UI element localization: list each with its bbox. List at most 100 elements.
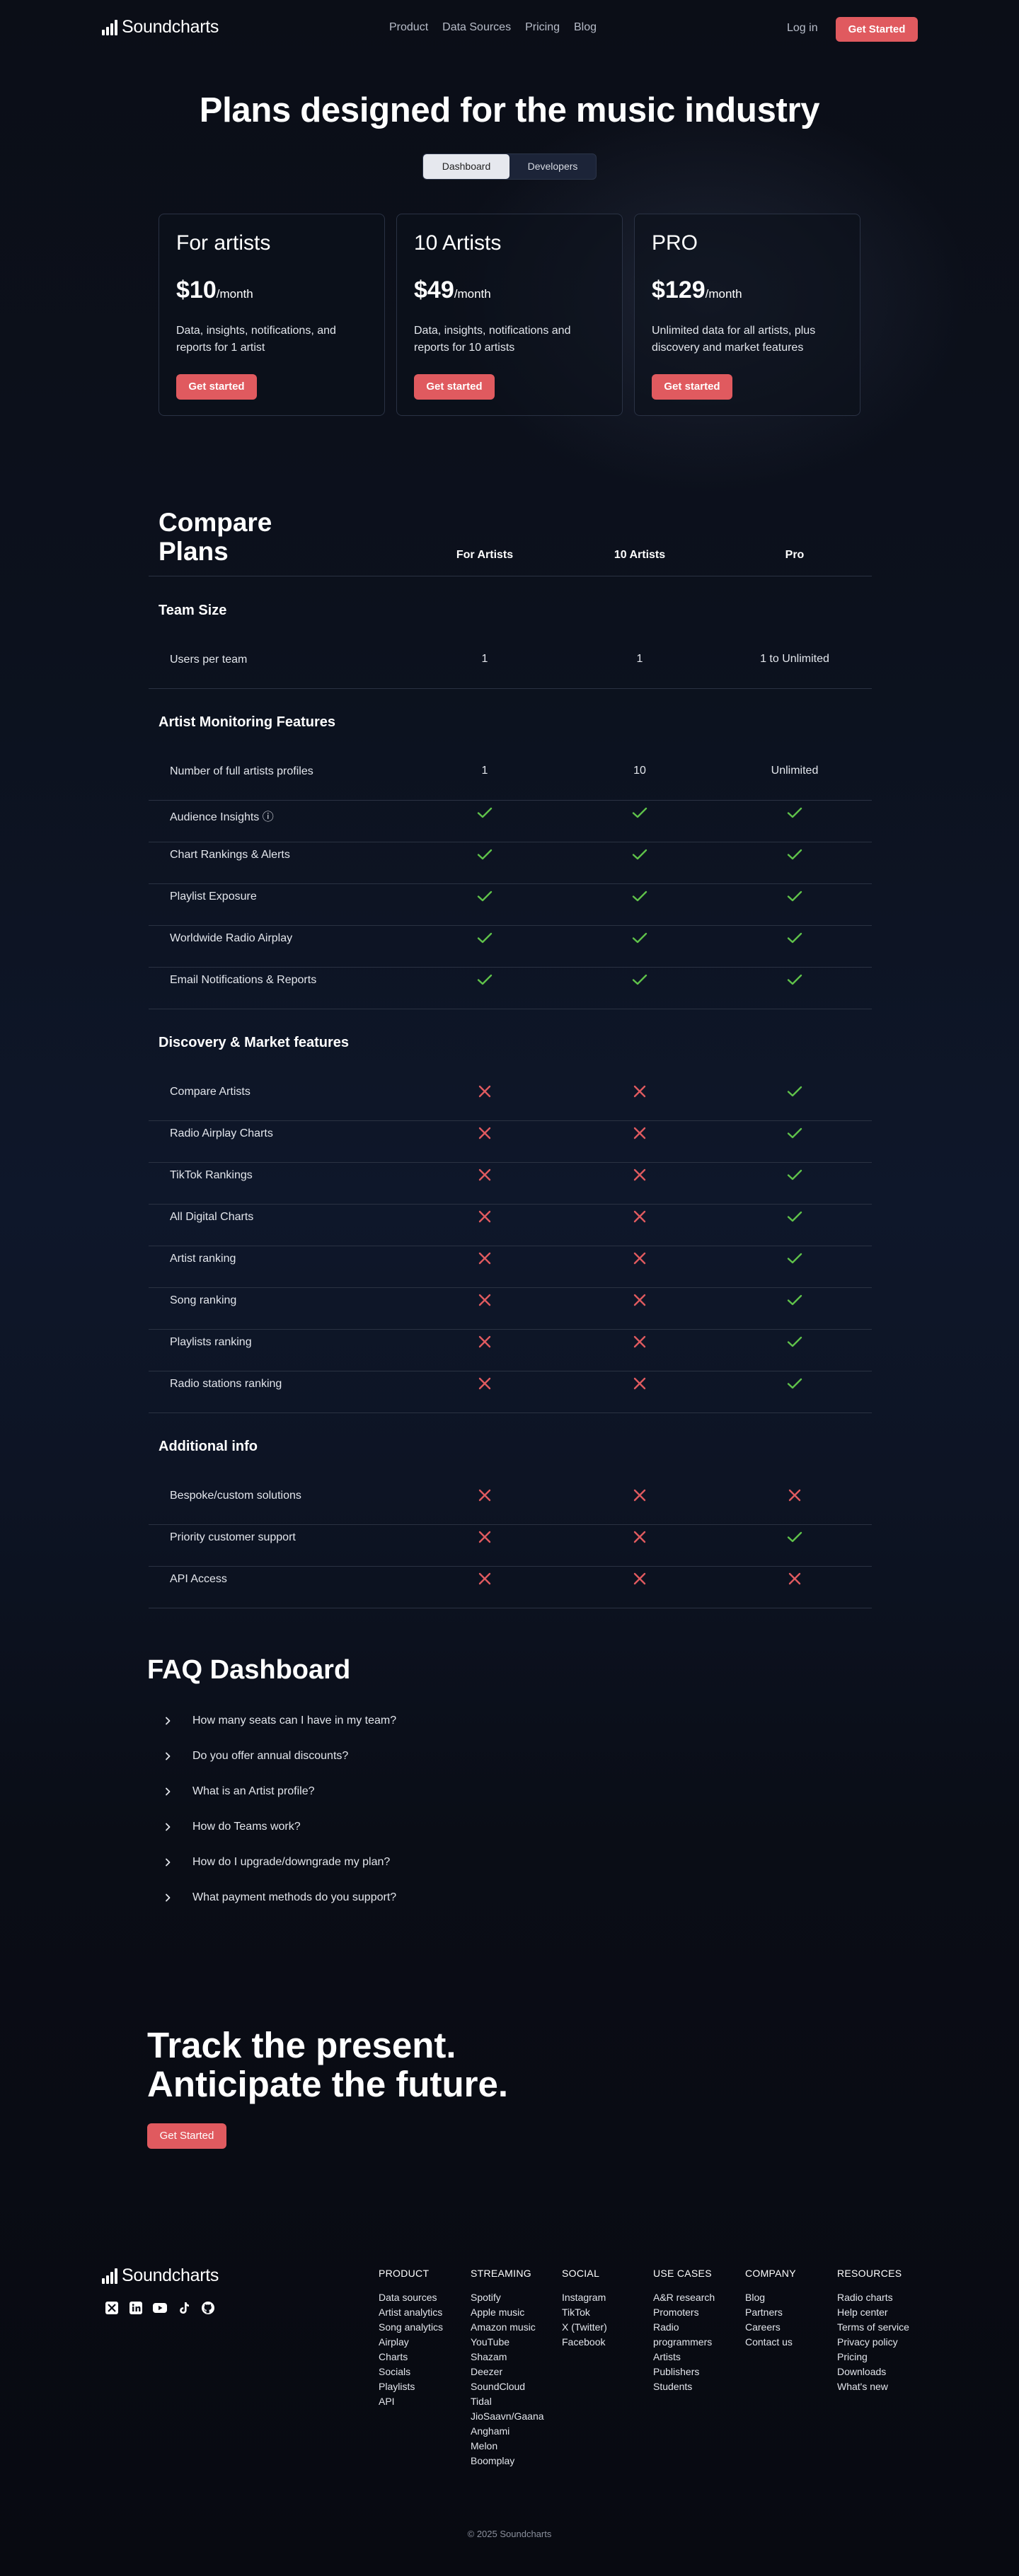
logo[interactable]: Soundcharts (102, 17, 219, 37)
toggle-developers[interactable]: Developers (510, 154, 596, 179)
chevron-right-icon (164, 1717, 192, 1725)
footer-link[interactable]: SoundCloud (471, 2379, 544, 2394)
footer-link[interactable]: Tidal (471, 2394, 544, 2409)
footer-link[interactable]: Students (653, 2379, 724, 2394)
cta-line-1: Track the present. (147, 2025, 456, 2065)
row-label: Radio stations ranking (170, 1378, 282, 1390)
section-title: Team Size (159, 603, 227, 618)
footer-link[interactable]: Spotify (471, 2290, 544, 2305)
plan-get-started-button[interactable]: Get started (414, 374, 495, 400)
footer-link[interactable]: Partners (745, 2305, 796, 2320)
footer-link[interactable]: Downloads (837, 2365, 909, 2379)
row-divider (149, 1412, 872, 1413)
footer-link[interactable]: Artist analytics (379, 2305, 443, 2320)
cta-get-started-button[interactable]: Get Started (147, 2123, 226, 2149)
footer-logo[interactable]: Soundcharts (102, 2265, 219, 2286)
footer-link[interactable]: Boomplay (471, 2454, 544, 2468)
row-divider (149, 1329, 872, 1330)
linkedin-icon[interactable] (129, 2301, 143, 2315)
section-title: Discovery & Market features (159, 1035, 350, 1050)
footer-link[interactable]: YouTube (471, 2335, 544, 2350)
footer-link[interactable]: Shazam (471, 2350, 544, 2365)
faq-question: How many seats can I have in my team? (192, 1715, 397, 1727)
cross-icon (407, 1335, 563, 1352)
footer-link[interactable]: A&R research (653, 2290, 724, 2305)
footer-link[interactable]: Careers (745, 2320, 796, 2335)
login-link[interactable]: Log in (787, 22, 818, 35)
footer-link[interactable]: Blog (745, 2290, 796, 2305)
row-divider (149, 1524, 872, 1525)
cell-value: 1 to Unlimited (760, 653, 829, 665)
faq-item[interactable]: Do you offer annual discounts? (164, 1750, 348, 1763)
cross-icon (562, 1252, 718, 1269)
cell-value: 1 (636, 653, 643, 665)
github-icon[interactable] (201, 2301, 215, 2315)
faq-item[interactable]: How do Teams work? (164, 1821, 301, 1833)
footer-link[interactable]: Artists (653, 2350, 724, 2365)
footer-link[interactable]: Melon (471, 2439, 544, 2454)
nav-link-data-sources[interactable]: Data Sources (442, 21, 511, 34)
youtube-icon[interactable] (153, 2301, 167, 2315)
check-icon (717, 1210, 873, 1227)
footer-link[interactable]: Amazon music (471, 2320, 544, 2335)
faq-item[interactable]: What payment methods do you support? (164, 1891, 396, 1904)
footer-link[interactable]: Anghami (471, 2424, 544, 2439)
column-header-for-artists: For Artists (456, 549, 514, 561)
cross-icon (562, 1335, 718, 1352)
footer-link[interactable]: API (379, 2394, 443, 2409)
check-icon (407, 932, 563, 948)
plan-description: Unlimited data for all artists, plus dis… (652, 325, 816, 354)
footer-link[interactable]: Publishers (653, 2365, 724, 2379)
row-divider (149, 925, 872, 926)
footer-column-heading: USE CASES (653, 2268, 712, 2279)
plan-get-started-button[interactable]: Get started (652, 374, 732, 400)
footer-link[interactable]: Radio programmers (653, 2320, 724, 2350)
footer-link[interactable]: TikTok (562, 2305, 607, 2320)
footer-link[interactable]: Contact us (745, 2335, 796, 2350)
cross-icon (562, 1085, 718, 1102)
nav-link-product[interactable]: Product (389, 21, 428, 34)
faq-question: Do you offer annual discounts? (192, 1750, 349, 1762)
footer-link[interactable]: Socials (379, 2365, 443, 2379)
faq-item[interactable]: How do I upgrade/downgrade my plan? (164, 1856, 390, 1869)
nav-links: Product Data Sources Pricing Blog (389, 21, 611, 34)
x-icon[interactable] (105, 2301, 119, 2315)
footer-link[interactable]: Promoters (653, 2305, 724, 2320)
faq-item[interactable]: How many seats can I have in my team? (164, 1715, 396, 1727)
cross-icon (407, 1377, 563, 1394)
footer-link[interactable]: Instagram (562, 2290, 607, 2305)
footer-link[interactable]: Data sources (379, 2290, 443, 2305)
row-divider (149, 1566, 872, 1567)
cross-icon (562, 1377, 718, 1394)
footer-link[interactable]: Help center (837, 2305, 909, 2320)
nav-link-blog[interactable]: Blog (574, 21, 597, 34)
toggle-dashboard[interactable]: Dashboard (423, 154, 510, 179)
footer-link[interactable]: What's new (837, 2379, 909, 2394)
footer-link[interactable]: Pricing (837, 2350, 909, 2365)
footer-link[interactable]: Terms of service (837, 2320, 909, 2335)
footer-link[interactable]: Deezer (471, 2365, 544, 2379)
footer-link[interactable]: Apple music (471, 2305, 544, 2320)
faq-item[interactable]: What is an Artist profile? (164, 1785, 315, 1798)
footer-link[interactable]: Airplay (379, 2335, 443, 2350)
footer-link[interactable]: Playlists (379, 2379, 443, 2394)
footer-link[interactable]: Charts (379, 2350, 443, 2365)
row-divider (149, 967, 872, 968)
footer-logo-text: Soundcharts (122, 2265, 219, 2285)
nav-get-started-button[interactable]: Get Started (836, 17, 918, 42)
footer-column-heading: COMPANY (745, 2268, 796, 2279)
row-divider (149, 688, 872, 689)
row-divider (149, 1162, 872, 1163)
footer-link[interactable]: Song analytics (379, 2320, 443, 2335)
row-label: Playlists ranking (170, 1336, 252, 1348)
footer-link[interactable]: Facebook (562, 2335, 607, 2350)
row-label: Song ranking (170, 1294, 237, 1306)
footer-link[interactable]: Privacy policy (837, 2335, 909, 2350)
nav-link-pricing[interactable]: Pricing (525, 21, 560, 34)
check-icon (717, 1168, 873, 1185)
plan-get-started-button[interactable]: Get started (176, 374, 257, 400)
tiktok-icon[interactable] (177, 2301, 191, 2315)
footer-link[interactable]: X (Twitter) (562, 2320, 607, 2335)
footer-link[interactable]: Radio charts (837, 2290, 909, 2305)
footer-link[interactable]: JioSaavn/Gaana (471, 2409, 544, 2424)
